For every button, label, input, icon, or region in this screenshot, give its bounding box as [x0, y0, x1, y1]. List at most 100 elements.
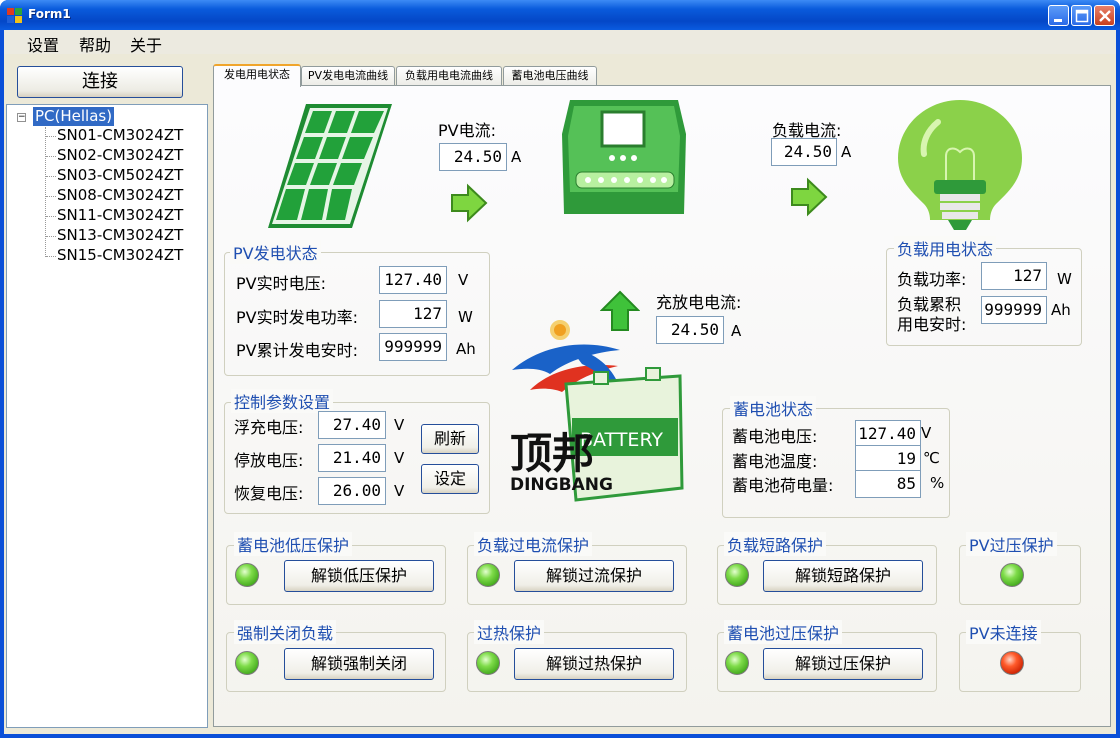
battery-voltage-label: 蓄电池电压:	[732, 427, 818, 446]
pv-power-label: PV实时发电功率:	[236, 308, 358, 327]
unlock-overcurrent-button[interactable]: 解锁过流保护	[514, 560, 674, 592]
pv-status-title: PV发电状态	[230, 240, 321, 264]
minimize-button[interactable]	[1048, 5, 1069, 26]
status-led-battery-low	[235, 563, 259, 587]
close-icon	[1099, 10, 1111, 22]
status-led-pv-disconnected	[1000, 651, 1024, 675]
battery-charge-unit: %	[930, 474, 945, 492]
unlock-force-off-button[interactable]: 解锁强制关闭	[284, 648, 434, 680]
load-ah-value: 999999	[981, 296, 1047, 324]
tab-load-current-curve[interactable]: 负载用电电流曲线	[396, 66, 502, 86]
battery-voltage-unit: V	[921, 424, 932, 442]
minimize-icon	[1054, 19, 1062, 22]
pv-current-value: 24.50	[439, 143, 507, 171]
pv-voltage-value: 127.40	[379, 266, 447, 294]
client-area: 设置 帮助 关于 连接 − PC(Hellas) SN01-CM3024ZT S…	[4, 30, 1116, 734]
logo-en-text: DINGBANG	[510, 475, 613, 495]
tree-root-node[interactable]: PC(Hellas)	[33, 107, 115, 126]
window-title: Form1	[28, 7, 71, 21]
unlock-overvoltage-button[interactable]: 解锁过压保护	[763, 648, 923, 680]
tree-item-sn11[interactable]: SN11-CM3024ZT	[57, 206, 183, 225]
battery-voltage-value: 127.40	[855, 420, 921, 448]
set-button[interactable]: 设定	[421, 464, 479, 494]
load-ah-unit: Ah	[1051, 301, 1071, 319]
protection-title-pv-overvoltage: PV过压保护	[966, 532, 1057, 556]
maximize-button[interactable]	[1071, 5, 1092, 26]
protection-title-overheat: 过热保护	[474, 620, 545, 644]
status-led-pv-overvoltage	[1000, 563, 1024, 587]
menu-settings[interactable]: 设置	[27, 32, 59, 56]
device-tree[interactable]: − PC(Hellas) SN01-CM3024ZT SN02-CM3024ZT…	[6, 104, 208, 728]
protection-title-pv-disconnected: PV未连接	[966, 620, 1041, 644]
title-bar[interactable]: Form1	[0, 0, 1120, 30]
status-led-force-off	[235, 651, 259, 675]
protection-title-force-off: 强制关闭负载	[234, 620, 337, 644]
pv-ah-value: 999999	[379, 333, 447, 361]
float-voltage-label: 浮充电压:	[234, 418, 304, 437]
recover-voltage-value[interactable]: 26.00	[318, 477, 386, 505]
app-icon	[7, 8, 23, 24]
pv-power-unit: W	[458, 308, 473, 326]
load-current-value: 24.50	[771, 138, 837, 166]
pv-ah-unit: Ah	[456, 340, 476, 358]
protection-title-battery-over: 蓄电池过压保护	[724, 620, 843, 644]
arrow-right-icon	[451, 183, 488, 223]
battery-temp-value: 19	[855, 445, 921, 473]
tab-pv-current-curve[interactable]: PV发电电流曲线	[301, 66, 395, 86]
arrow-right-icon	[791, 177, 828, 217]
tree-item-sn03[interactable]: SN03-CM5024ZT	[57, 166, 183, 185]
battery-temp-unit: ℃	[923, 449, 940, 467]
unlock-short-circuit-button[interactable]: 解锁短路保护	[763, 560, 923, 592]
status-led-short-circuit	[725, 563, 749, 587]
control-params-title: 控制参数设置	[231, 389, 334, 413]
menu-bar: 设置 帮助 关于	[4, 30, 1116, 56]
recover-voltage-unit: V	[394, 482, 405, 500]
unlock-low-voltage-button[interactable]: 解锁低压保护	[284, 560, 434, 592]
protection-title-battery-low: 蓄电池低压保护	[234, 532, 353, 556]
charge-controller-icon	[562, 100, 686, 214]
unlock-overheat-button[interactable]: 解锁过热保护	[514, 648, 674, 680]
load-power-value: 127	[981, 262, 1047, 290]
status-led-battery-over	[725, 651, 749, 675]
tree-collapse-toggle[interactable]: −	[17, 113, 26, 122]
battery-temp-label: 蓄电池温度:	[732, 452, 818, 471]
stop-voltage-value[interactable]: 21.40	[318, 444, 386, 472]
dingbang-logo: BATTERY 顶邦 DINGBANG	[510, 320, 684, 502]
float-voltage-unit: V	[394, 416, 405, 434]
close-button[interactable]	[1094, 5, 1115, 26]
solar-panel-icon	[268, 104, 392, 228]
refresh-button[interactable]: 刷新	[421, 424, 479, 454]
load-power-label: 负载功率:	[897, 270, 967, 289]
tab-battery-voltage-curve[interactable]: 蓄电池电压曲线	[503, 66, 597, 86]
pv-voltage-unit: V	[458, 271, 469, 289]
charge-current-unit: A	[731, 322, 742, 340]
protection-title-overcurrent: 负载过电流保护	[474, 532, 593, 556]
maximize-icon	[1075, 9, 1089, 23]
status-led-overcurrent	[476, 563, 500, 587]
load-current-unit: A	[841, 143, 852, 161]
battery-charge-value: 85	[855, 470, 921, 498]
tree-item-sn01[interactable]: SN01-CM3024ZT	[57, 126, 183, 145]
protection-title-short-circuit: 负载短路保护	[724, 532, 827, 556]
load-ah-label-2: 用电安时:	[897, 315, 967, 334]
tree-item-sn13[interactable]: SN13-CM3024ZT	[57, 226, 183, 245]
menu-help[interactable]: 帮助	[79, 32, 111, 56]
tree-item-sn15[interactable]: SN15-CM3024ZT	[57, 246, 183, 265]
tree-item-sn08[interactable]: SN08-CM3024ZT	[57, 186, 183, 205]
pv-current-label: PV电流:	[438, 121, 496, 140]
menu-about[interactable]: 关于	[130, 32, 162, 56]
light-bulb-icon	[898, 100, 1022, 230]
load-status-title: 负载用电状态	[894, 236, 997, 260]
tree-item-sn02[interactable]: SN02-CM3024ZT	[57, 146, 183, 165]
stop-voltage-label: 停放电压:	[234, 451, 304, 470]
logo-cn-text: 顶邦	[510, 429, 594, 478]
status-led-overheat	[476, 651, 500, 675]
connect-button[interactable]: 连接	[17, 66, 183, 98]
tab-power-status[interactable]: 发电用电状态	[213, 64, 301, 87]
load-power-unit: W	[1057, 270, 1072, 288]
tab-control: 发电用电状态 PV发电电流曲线 负载用电电流曲线 蓄电池电压曲线 PV电流: 2…	[213, 64, 1113, 730]
recover-voltage-label: 恢复电压:	[234, 484, 304, 503]
float-voltage-value[interactable]: 27.40	[318, 411, 386, 439]
battery-charge-label: 蓄电池荷电量:	[732, 476, 834, 495]
pv-ah-label: PV累计发电安时:	[236, 341, 358, 360]
